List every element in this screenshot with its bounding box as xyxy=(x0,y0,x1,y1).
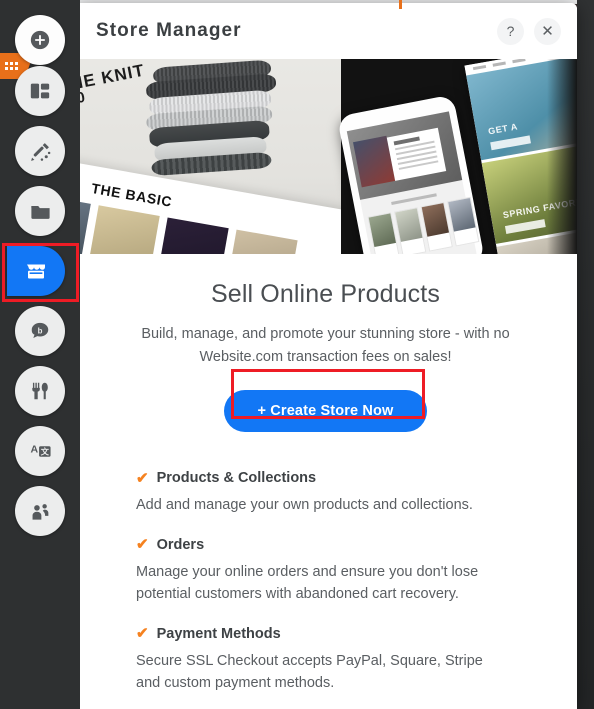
close-icon[interactable]: ✕ xyxy=(534,17,561,45)
feature-title: Payment Methods xyxy=(156,625,281,642)
sidebar-item-blog[interactable]: b xyxy=(15,306,65,356)
subheadline: Build, manage, and promote your stunning… xyxy=(141,326,510,366)
members-icon xyxy=(29,500,52,523)
folder-icon xyxy=(29,200,52,223)
sidebar-item-design[interactable] xyxy=(15,126,65,176)
create-store-now-button[interactable]: + Create Store Now xyxy=(223,390,428,433)
app-root: Store Manager ? ✕ ONE KNIT $50 THE BASIC xyxy=(0,0,594,709)
sidebar-item-restaurant[interactable] xyxy=(15,366,65,416)
layout-grid-icon xyxy=(29,80,51,102)
blog-bubble-icon: b xyxy=(29,320,51,342)
feature-item-payment-methods: ✔ Payment Methods Secure SSL Checkout ac… xyxy=(136,626,577,695)
modal-header-actions: ? ✕ xyxy=(497,17,561,45)
orange-tick-marker xyxy=(399,0,402,9)
svg-text:A: A xyxy=(30,443,38,455)
sidebar-item-store[interactable] xyxy=(7,246,65,296)
feature-title: Products & Collections xyxy=(156,470,317,487)
tablet-shop-button-1 xyxy=(490,135,531,151)
svg-text:b: b xyxy=(38,326,43,335)
feature-description: Manage your online orders and ensure you… xyxy=(136,563,479,603)
headline: Sell Online Products xyxy=(210,280,440,308)
fork-spoon-icon xyxy=(29,380,51,402)
svg-text:文: 文 xyxy=(40,446,49,456)
phone-section-title xyxy=(391,193,437,205)
feature-description: Add and manage your own products and col… xyxy=(136,497,473,514)
help-icon[interactable]: ? xyxy=(497,17,524,45)
sidebar-item-files[interactable] xyxy=(15,186,65,236)
check-icon: ✔ xyxy=(136,469,149,487)
editor-sidebar: b A 文 xyxy=(0,0,80,709)
hero-poster-left: ONE KNIT $50 THE BASIC xyxy=(74,59,341,254)
tablet-shop-button-2 xyxy=(504,219,546,234)
store-manager-modal: Store Manager ? ✕ ONE KNIT $50 THE BASIC xyxy=(74,3,577,709)
phone-screen xyxy=(346,111,480,254)
paint-tools-icon xyxy=(29,140,52,163)
product-thumbnails xyxy=(74,193,298,254)
phone-product-grid xyxy=(367,196,480,254)
cta-container: + Create Store Now xyxy=(74,390,577,433)
plus-circle-icon xyxy=(29,29,51,51)
feature-title: Orders xyxy=(156,536,205,553)
feature-item-products: ✔ Products & Collections Add and manage … xyxy=(136,470,577,516)
sidebar-item-members[interactable] xyxy=(15,486,65,536)
translate-icon: A 文 xyxy=(29,440,52,463)
feature-list: ✔ Products & Collections Add and manage … xyxy=(136,470,577,694)
storefront-icon xyxy=(24,259,48,283)
sidebar-item-translate[interactable]: A 文 xyxy=(15,426,65,476)
feature-item-orders: ✔ Orders Manage your online orders and e… xyxy=(136,537,577,606)
hero-banner: ONE KNIT $50 THE BASIC GET A SPRING xyxy=(74,59,577,254)
phone-text-card xyxy=(386,127,447,181)
feature-description: Secure SSL Checkout accepts PayPal, Squa… xyxy=(136,652,483,692)
modal-body: Sell Online Products Build, manage, and … xyxy=(74,280,577,695)
feature-heading: ✔ Orders xyxy=(136,537,577,553)
folded-sweaters-image xyxy=(141,59,278,177)
check-icon: ✔ xyxy=(136,625,149,643)
tablet-caption-1: GET A xyxy=(487,120,519,137)
feature-heading: ✔ Products & Collections xyxy=(136,470,577,486)
sidebar-item-pages[interactable] xyxy=(15,66,65,116)
sidebar-item-add[interactable] xyxy=(15,15,65,65)
phone-hero-image xyxy=(346,111,463,200)
hero-right-fade xyxy=(547,59,577,254)
page-title: Store Manager xyxy=(96,20,242,41)
modal-header: Store Manager ? ✕ xyxy=(74,3,577,59)
check-icon: ✔ xyxy=(136,536,149,554)
feature-heading: ✔ Payment Methods xyxy=(136,626,577,642)
